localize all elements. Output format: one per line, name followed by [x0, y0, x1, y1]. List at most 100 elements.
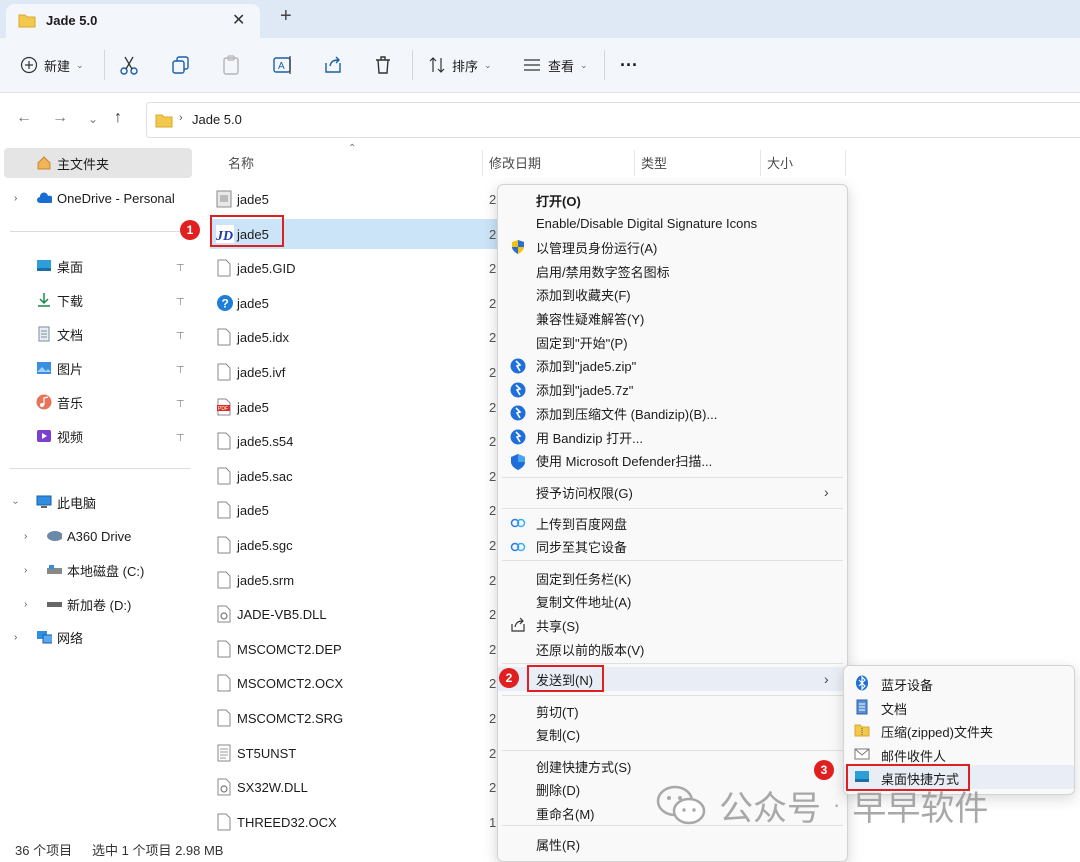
- send-to-item[interactable]: 蓝牙设备: [844, 671, 1074, 695]
- context-menu-item[interactable]: 打开(O): [498, 188, 847, 212]
- context-menu-item[interactable]: 添加到"jade5.zip": [498, 354, 847, 378]
- context-menu-item[interactable]: 复制(C): [498, 723, 847, 747]
- file-row[interactable]: MSCOMCT2.SRG 2: [210, 703, 500, 733]
- file-date: 2: [489, 226, 497, 242]
- up-arrow-icon[interactable]: ↑: [114, 109, 122, 127]
- context-menu-item[interactable]: 用 Bandizip 打开...: [498, 425, 847, 449]
- pin-icon[interactable]: ⊥: [176, 329, 185, 340]
- file-row[interactable]: jade5.idx 2: [210, 322, 500, 352]
- sidebar-item-network[interactable]: › 网络: [0, 622, 192, 652]
- column-divider[interactable]: [482, 150, 483, 176]
- sidebar-item-pinned[interactable]: 文档 ⊥: [0, 319, 192, 349]
- send-to-item[interactable]: 文档: [844, 695, 1074, 719]
- properties-item[interactable]: 属性(R): [498, 832, 847, 856]
- sidebar-item-onedrive[interactable]: › OneDrive - Personal: [0, 183, 192, 213]
- expand-chevron-icon[interactable]: ›: [14, 632, 17, 643]
- context-menu-item[interactable]: 启用/禁用数字签名图标: [498, 259, 847, 283]
- sidebar-item-this-pc[interactable]: › 此电脑: [0, 487, 192, 517]
- file-row[interactable]: MSCOMCT2.DEP 2: [210, 634, 500, 664]
- sidebar-item-pinned[interactable]: 下载 ⊥: [0, 285, 192, 315]
- more-options-button[interactable]: ···: [620, 52, 638, 78]
- cut-button[interactable]: [118, 52, 140, 78]
- file-row[interactable]: jade5.sac 2: [210, 461, 500, 491]
- file-row[interactable]: MSCOMCT2.OCX 2: [210, 668, 500, 698]
- context-menu-item[interactable]: 以管理员身份运行(A): [498, 235, 847, 259]
- paste-button[interactable]: [220, 52, 242, 78]
- context-menu-item[interactable]: 添加到"jade5.7z": [498, 378, 847, 402]
- close-tab-icon[interactable]: ✕: [232, 10, 245, 30]
- new-tab-button[interactable]: +: [280, 5, 292, 28]
- file-row[interactable]: jade5.srm 2: [210, 565, 500, 595]
- sidebar-label: 音乐: [57, 395, 84, 411]
- sidebar-item-a360[interactable]: › A360 Drive: [10, 521, 202, 551]
- sort-button[interactable]: 排序 ⌄: [428, 52, 492, 78]
- column-divider[interactable]: [845, 150, 846, 176]
- context-menu-item[interactable]: 固定到"开始"(P): [498, 330, 847, 354]
- file-row[interactable]: jade5.GID 2: [210, 253, 500, 283]
- file-row[interactable]: SX32W.DLL 2: [210, 772, 500, 802]
- address-box[interactable]: ›: [146, 102, 1080, 138]
- breadcrumb-path[interactable]: Jade 5.0: [192, 112, 242, 127]
- expand-chevron-icon[interactable]: ›: [24, 599, 27, 610]
- sidebar-item-pinned[interactable]: 桌面 ⊥: [0, 251, 192, 281]
- grant-access-item[interactable]: 授予访问权限(G) ›: [498, 480, 847, 504]
- pin-icon[interactable]: ⊥: [176, 295, 185, 306]
- column-name[interactable]: 名称: [228, 153, 254, 172]
- context-menu-item[interactable]: 复制文件地址(A): [498, 590, 847, 614]
- context-menu-item[interactable]: Enable/Disable Digital Signature Icons: [498, 212, 847, 236]
- column-type[interactable]: 类型: [641, 153, 667, 172]
- context-menu-item[interactable]: 固定到任务栏(K): [498, 566, 847, 590]
- context-menu-item[interactable]: 上传到百度网盘: [498, 511, 847, 535]
- expand-chevron-icon[interactable]: ›: [10, 500, 21, 503]
- pin-icon[interactable]: ⊥: [176, 397, 185, 408]
- context-menu-item[interactable]: 创建快捷方式(S): [498, 754, 847, 778]
- column-size[interactable]: 大小: [767, 153, 793, 172]
- context-menu-item[interactable]: 共享(S): [498, 613, 847, 637]
- expand-chevron-icon[interactable]: ›: [24, 565, 27, 576]
- context-menu-item[interactable]: 还原以前的版本(V): [498, 637, 847, 661]
- context-menu-item[interactable]: 同步至其它设备: [498, 535, 847, 559]
- file-row[interactable]: jade5.s54 2: [210, 426, 500, 456]
- column-divider[interactable]: [634, 150, 635, 176]
- sidebar-item-drive-c[interactable]: › 本地磁盘 (C:): [10, 555, 202, 585]
- file-row[interactable]: ST5UNST 2: [210, 738, 500, 768]
- view-button[interactable]: 查看 ⌄: [522, 52, 588, 78]
- column-date[interactable]: 修改日期: [489, 153, 541, 172]
- submenu-arrow-icon: ›: [824, 671, 829, 687]
- context-menu-item[interactable]: 兼容性疑难解答(Y): [498, 307, 847, 331]
- delete-button[interactable]: [372, 52, 394, 78]
- pin-icon[interactable]: ⊥: [176, 261, 185, 272]
- sidebar-item-pinned[interactable]: 图片 ⊥: [0, 353, 192, 383]
- expand-chevron-icon[interactable]: ›: [24, 531, 27, 542]
- context-menu-item[interactable]: 使用 Microsoft Defender扫描...: [498, 449, 847, 473]
- context-menu-item[interactable]: 添加到收藏夹(F): [498, 283, 847, 307]
- column-divider[interactable]: [760, 150, 761, 176]
- sidebar-item-home[interactable]: 主文件夹: [4, 148, 192, 178]
- file-row[interactable]: ? jade5 2: [210, 288, 500, 318]
- copy-button[interactable]: [170, 52, 192, 78]
- file-row[interactable]: jade5.ivf 2: [210, 357, 500, 387]
- file-row[interactable]: PDF jade5 2: [210, 392, 500, 422]
- file-row[interactable]: jade5 2: [210, 184, 500, 214]
- sidebar-item-pinned[interactable]: 视频 ⊥: [0, 421, 192, 451]
- sidebar-item-pinned[interactable]: 音乐 ⊥: [0, 387, 192, 417]
- file-row[interactable]: jade5.sgc 2: [210, 530, 500, 560]
- recent-chevron-icon[interactable]: ⌄: [88, 112, 98, 126]
- tab-jade[interactable]: Jade 5.0 ✕: [6, 4, 260, 38]
- context-menu-item[interactable]: 添加到压缩文件 (Bandizip)(B)...: [498, 401, 847, 425]
- file-row[interactable]: jade5 2: [210, 495, 500, 525]
- back-arrow-icon[interactable]: ←: [16, 109, 32, 127]
- forward-arrow-icon[interactable]: →: [52, 109, 68, 127]
- rename-button[interactable]: A: [272, 52, 294, 78]
- file-row[interactable]: THREED32.OCX 1: [210, 807, 500, 837]
- send-to-item[interactable]: 邮件收件人: [844, 742, 1074, 766]
- pin-icon[interactable]: ⊥: [176, 363, 185, 374]
- new-button[interactable]: 新建 ⌄: [20, 52, 84, 78]
- pin-icon[interactable]: ⊥: [176, 431, 185, 442]
- sidebar-item-drive-d[interactable]: › 新加卷 (D:): [10, 589, 202, 619]
- context-menu-item[interactable]: 剪切(T): [498, 699, 847, 723]
- file-row[interactable]: JADE-VB5.DLL 2: [210, 599, 500, 629]
- expand-chevron-icon[interactable]: ›: [14, 193, 17, 204]
- share-button[interactable]: [322, 52, 344, 78]
- send-to-item[interactable]: 压缩(zipped)文件夹: [844, 718, 1074, 742]
